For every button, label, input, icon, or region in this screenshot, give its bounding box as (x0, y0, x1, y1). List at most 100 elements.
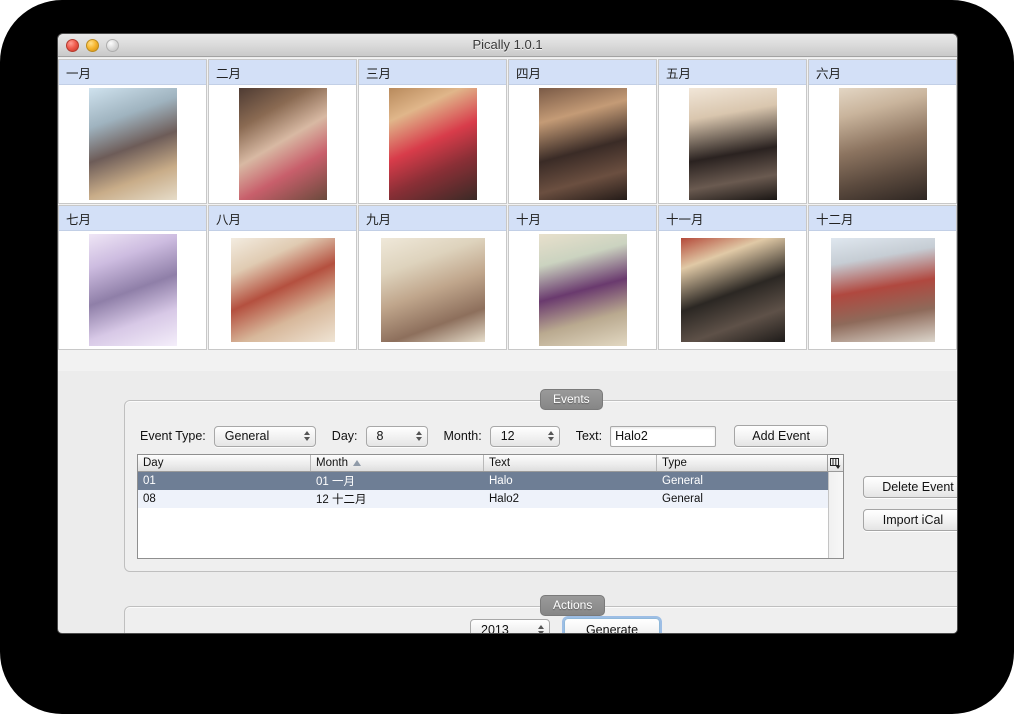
month-label: 五月 (659, 60, 806, 85)
cell-type: General (662, 493, 703, 505)
month-label: 八月 (209, 206, 356, 231)
day-stepper[interactable]: 8 (365, 425, 428, 447)
month-thumbnail (88, 88, 177, 200)
month-image-slot[interactable] (509, 85, 656, 203)
table-row[interactable]: 01 01 一月 Halo General (138, 472, 828, 490)
month-cell-5[interactable]: 五月 (658, 59, 807, 204)
cell-text: Halo (489, 475, 513, 487)
month-label: 四月 (509, 60, 656, 85)
month-cell-4[interactable]: 四月 (508, 59, 657, 204)
chevron-updown-icon (415, 431, 422, 441)
application-window: Pically 1.0.1 一月 二月 三月 四月 五月 六月 七月 八月 九月… (57, 33, 958, 634)
cell-text: Halo2 (489, 493, 520, 505)
generate-button[interactable]: Generate (564, 618, 660, 633)
month-cell-7[interactable]: 七月 (58, 205, 207, 350)
day-label: Day: (331, 429, 358, 443)
table-vertical-scrollbar[interactable] (828, 472, 843, 558)
table-row[interactable]: 08 12 十二月 Halo2 General (138, 490, 828, 508)
month-image-slot[interactable] (359, 85, 506, 203)
day-value: 8 (376, 429, 384, 443)
month-label: 十二月 (809, 206, 956, 231)
month-thumbnail (680, 238, 785, 342)
cell-day: 08 (143, 493, 156, 505)
month-thumbnail (380, 238, 485, 342)
events-side-buttons: Delete Event Import iCal (863, 476, 957, 531)
delete-event-button[interactable]: Delete Event (863, 476, 957, 498)
month-label: 九月 (359, 206, 506, 231)
month-label: 一月 (59, 60, 206, 85)
month-cell-2[interactable]: 二月 (208, 59, 357, 204)
month-label: 七月 (59, 206, 206, 231)
month-grid: 一月 二月 三月 四月 五月 六月 七月 八月 九月 十月 十一月 十二月 (58, 58, 957, 371)
month-cell-10[interactable]: 十月 (508, 205, 657, 350)
column-header-text-label: Text (489, 457, 511, 469)
month-cell-6[interactable]: 六月 (808, 59, 957, 204)
month-thumbnail (88, 234, 177, 346)
actions-panel-tab[interactable]: Actions (540, 595, 606, 616)
cell-day: 01 (143, 475, 156, 487)
month-thumbnail (838, 88, 927, 200)
sort-ascending-icon (352, 460, 361, 466)
month-label: Month: (443, 429, 482, 443)
column-header-day[interactable]: Day (138, 455, 311, 471)
column-options-icon[interactable] (827, 455, 843, 471)
month-label: 十一月 (659, 206, 806, 231)
month-cell-1[interactable]: 一月 (58, 59, 207, 204)
event-type-value: General (224, 429, 270, 443)
month-label: 二月 (209, 60, 356, 85)
column-header-type-label: Type (662, 457, 687, 469)
year-value: 2013 (481, 622, 509, 634)
month-image-slot[interactable] (59, 85, 206, 203)
month-cell-3[interactable]: 三月 (358, 59, 507, 204)
column-header-day-label: Day (143, 457, 164, 469)
text-label: Text: (575, 429, 603, 443)
month-cell-11[interactable]: 十一月 (658, 205, 807, 350)
event-type-select[interactable]: General (213, 425, 316, 447)
month-cell-12[interactable]: 十二月 (808, 205, 957, 350)
month-image-slot[interactable] (509, 231, 656, 349)
month-thumbnail (688, 88, 777, 200)
desktop-backdrop: Pically 1.0.1 一月 二月 三月 四月 五月 六月 七月 八月 九月… (0, 0, 1014, 714)
month-cell-9[interactable]: 九月 (358, 205, 507, 350)
cell-month: 12 十二月 (316, 494, 367, 506)
month-image-slot[interactable] (59, 231, 206, 349)
month-stepper[interactable]: 12 (489, 425, 560, 447)
month-value: 12 (500, 429, 515, 443)
add-event-button[interactable]: Add Event (734, 425, 829, 447)
month-thumbnail (830, 238, 935, 342)
month-image-slot[interactable] (659, 85, 806, 203)
import-ical-button[interactable]: Import iCal (863, 509, 957, 531)
month-cell-8[interactable]: 八月 (208, 205, 357, 350)
event-type-label: Event Type: (140, 429, 206, 443)
column-header-type[interactable]: Type (657, 455, 843, 471)
year-stepper[interactable]: 2013 (470, 619, 550, 634)
month-image-slot[interactable] (809, 85, 956, 203)
chevron-updown-icon (547, 431, 554, 441)
column-header-text[interactable]: Text (484, 455, 657, 471)
month-image-slot[interactable] (659, 231, 806, 349)
event-text-value: Halo2 (615, 429, 648, 443)
column-header-month-label: Month (316, 457, 348, 469)
events-table-rows: 01 01 一月 Halo General 08 12 十二月 Halo2 Ge… (138, 472, 828, 558)
column-header-month[interactable]: Month (311, 455, 484, 471)
events-table[interactable]: Day Month Text Type 01 01 一月 Halo Genera… (137, 454, 844, 559)
actions-row: 2013 Generate (125, 618, 957, 634)
month-thumbnail (388, 88, 477, 200)
events-table-header: Day Month Text Type (138, 455, 843, 472)
month-thumbnail (238, 88, 327, 200)
event-form-row: Event Type: General Day: 8 Month: 12 Tex… (140, 425, 829, 447)
window-title: Pically 1.0.1 (472, 37, 543, 52)
events-panel-tab[interactable]: Events (540, 389, 603, 410)
window-titlebar: Pically 1.0.1 (58, 34, 957, 57)
month-image-slot[interactable] (209, 85, 356, 203)
chevron-updown-icon (538, 624, 544, 633)
month-thumbnail (538, 88, 627, 200)
event-text-input[interactable]: Halo2 (610, 425, 717, 447)
month-image-slot[interactable] (359, 231, 506, 349)
month-thumbnail (230, 238, 335, 342)
month-label: 六月 (809, 60, 956, 85)
cell-month: 01 一月 (316, 476, 355, 488)
cell-type: General (662, 475, 703, 487)
month-image-slot[interactable] (809, 231, 956, 349)
month-image-slot[interactable] (209, 231, 356, 349)
